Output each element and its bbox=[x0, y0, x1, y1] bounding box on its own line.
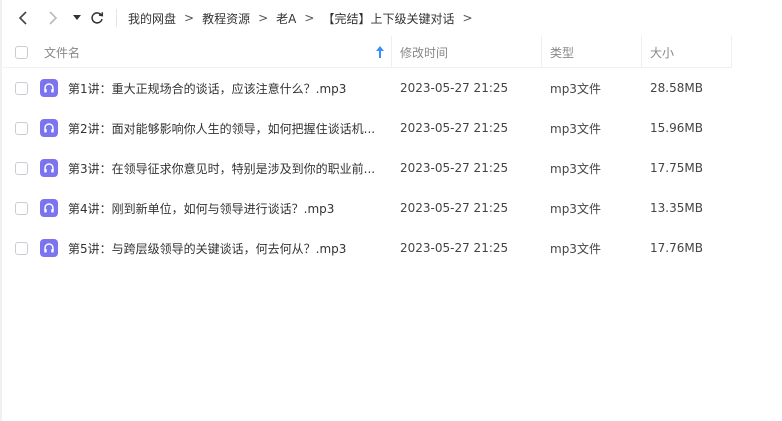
column-header-name[interactable]: 文件名 bbox=[44, 36, 389, 68]
breadcrumb-separator: > bbox=[184, 11, 195, 25]
breadcrumb-item-lao-a[interactable]: 老A bbox=[276, 10, 296, 27]
file-row[interactable]: 第3讲：在领导征求你意见时，特别是涉及到你的职业前... 2023-05-27 … bbox=[0, 148, 782, 188]
refresh-icon bbox=[91, 12, 104, 24]
file-type: mp3文件 bbox=[550, 201, 601, 216]
file-modified-time: 2023-05-27 21:25 bbox=[400, 121, 509, 135]
breadcrumb-separator: > bbox=[258, 11, 269, 25]
forward-button[interactable] bbox=[43, 8, 63, 28]
file-row[interactable]: 第1讲：重大正规场合的谈话，应该注意什么？.mp3 2023-05-27 21:… bbox=[0, 68, 782, 108]
file-type: mp3文件 bbox=[550, 241, 601, 256]
file-row[interactable]: 第2讲：面对能够影响你人生的领导，如何把握住谈话机... 2023-05-27 … bbox=[0, 108, 782, 148]
row-checkbox[interactable] bbox=[15, 242, 28, 255]
refresh-button[interactable] bbox=[87, 8, 107, 28]
column-header-modified[interactable]: 修改时间 bbox=[400, 36, 540, 68]
file-name[interactable]: 第5讲：与跨层级领导的关键谈话，何去何从？.mp3 bbox=[68, 228, 378, 268]
file-type: mp3文件 bbox=[550, 161, 601, 176]
chevron-left-icon bbox=[18, 11, 27, 25]
file-list-header: 文件名 修改时间 类型 大小 bbox=[0, 36, 782, 68]
breadcrumb: 我的网盘 > 教程资源 > 老A > 【完结】上下级关键对话 > bbox=[128, 0, 481, 36]
chevron-right-icon bbox=[49, 11, 58, 25]
file-modified-time: 2023-05-27 21:25 bbox=[400, 241, 509, 255]
file-size: 17.75MB bbox=[650, 161, 703, 175]
row-checkbox[interactable] bbox=[15, 202, 28, 215]
file-size: 28.58MB bbox=[650, 81, 703, 95]
file-name[interactable]: 第3讲：在领导征求你意见时，特别是涉及到你的职业前... bbox=[68, 148, 378, 188]
audio-file-icon bbox=[40, 159, 58, 177]
file-size: 13.35MB bbox=[650, 201, 703, 215]
audio-file-icon bbox=[40, 239, 58, 257]
file-size: 15.96MB bbox=[650, 121, 703, 135]
column-header-type[interactable]: 类型 bbox=[550, 36, 640, 68]
sort-up-arrow-icon bbox=[376, 46, 384, 58]
file-size: 17.76MB bbox=[650, 241, 703, 255]
breadcrumb-separator: > bbox=[304, 11, 315, 25]
file-row[interactable]: 第4讲：刚到新单位，如何与领导进行谈话？.mp3 2023-05-27 21:2… bbox=[0, 188, 782, 228]
file-modified-time: 2023-05-27 21:25 bbox=[400, 81, 509, 95]
breadcrumb-item-root[interactable]: 我的网盘 bbox=[128, 10, 176, 27]
file-name[interactable]: 第4讲：刚到新单位，如何与领导进行谈话？.mp3 bbox=[68, 188, 378, 228]
file-name[interactable]: 第2讲：面对能够影响你人生的领导，如何把握住谈话机... bbox=[68, 108, 378, 148]
audio-file-icon bbox=[40, 199, 58, 217]
toolbar: 我的网盘 > 教程资源 > 老A > 【完结】上下级关键对话 > bbox=[0, 0, 782, 36]
caret-down-icon bbox=[73, 15, 81, 20]
audio-file-icon bbox=[40, 79, 58, 97]
breadcrumb-separator: > bbox=[462, 11, 473, 25]
column-header-size[interactable]: 大小 bbox=[650, 36, 730, 68]
select-all-checkbox[interactable] bbox=[15, 46, 28, 59]
audio-file-icon bbox=[40, 119, 58, 137]
row-checkbox[interactable] bbox=[15, 82, 28, 95]
file-type: mp3文件 bbox=[550, 81, 601, 96]
file-name[interactable]: 第1讲：重大正规场合的谈话，应该注意什么？.mp3 bbox=[68, 68, 378, 108]
row-checkbox[interactable] bbox=[15, 162, 28, 175]
row-checkbox[interactable] bbox=[15, 122, 28, 135]
breadcrumb-item-tutorials[interactable]: 教程资源 bbox=[202, 10, 250, 27]
file-modified-time: 2023-05-27 21:25 bbox=[400, 161, 509, 175]
back-button[interactable] bbox=[13, 8, 33, 28]
breadcrumb-item-current[interactable]: 【完结】上下级关键对话 bbox=[322, 10, 454, 27]
history-dropdown-button[interactable] bbox=[67, 8, 87, 28]
file-type: mp3文件 bbox=[550, 121, 601, 136]
toolbar-separator bbox=[116, 9, 117, 27]
file-row[interactable]: 第5讲：与跨层级领导的关键谈话，何去何从？.mp3 2023-05-27 21:… bbox=[0, 228, 782, 268]
file-modified-time: 2023-05-27 21:25 bbox=[400, 201, 509, 215]
